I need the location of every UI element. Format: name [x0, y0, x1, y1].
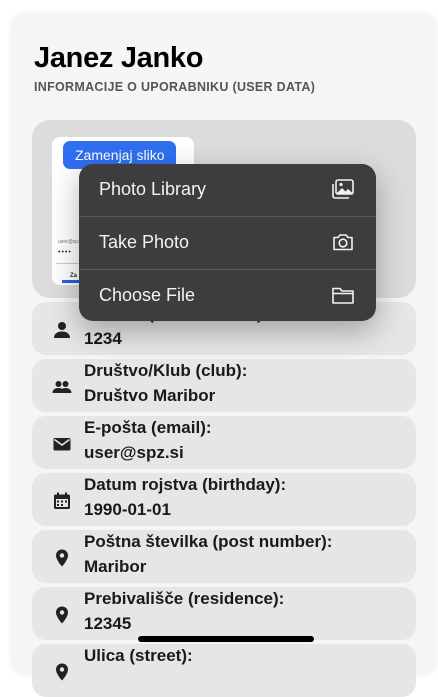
info-row-post-number: Poštna številka (post number): Maribor: [32, 530, 416, 583]
photo-library-icon: [332, 179, 354, 199]
info-label: Ulica (street):: [84, 646, 193, 665]
location-icon: [56, 606, 68, 624]
page-subtitle: INFORMACIJE O UPORABNIKU (USER DATA): [34, 80, 316, 94]
thumbnail-text-password: ••••: [58, 249, 72, 256]
group-icon: [52, 381, 72, 393]
thumbnail-text-button: Za: [70, 273, 78, 279]
person-icon: [54, 322, 70, 338]
info-label: Društvo/Klub (club):: [84, 361, 248, 380]
info-value: 1234: [84, 329, 122, 348]
menu-item-take-photo[interactable]: Take Photo: [79, 217, 376, 270]
menu-item-photo-library[interactable]: Photo Library: [79, 164, 376, 217]
mail-icon: [53, 438, 71, 451]
photo-source-menu: Photo Library Take Photo Choose File: [79, 164, 376, 321]
info-value: Društvo Maribor: [84, 386, 216, 405]
menu-item-choose-file[interactable]: Choose File: [79, 270, 376, 321]
info-label: Prebivališče (residence):: [84, 589, 285, 608]
info-value: 12345: [84, 614, 132, 633]
menu-item-label: Choose File: [99, 285, 196, 305]
info-value: user@spz.si: [84, 443, 184, 462]
info-row-residence: Prebivališče (residence): 12345: [32, 587, 416, 640]
calendar-icon: [54, 492, 70, 509]
folder-icon: [332, 287, 354, 304]
location-icon: [56, 663, 68, 681]
camera-icon: [333, 234, 353, 251]
home-indicator[interactable]: [138, 636, 314, 642]
info-label: E-pošta (email):: [84, 418, 212, 437]
info-row-birthday: Datum rojstva (birthday): 1990-01-01: [32, 473, 416, 526]
info-value: 1990-01-01: [84, 500, 171, 519]
location-icon: [56, 549, 68, 567]
info-row-email: E-pošta (email): user@spz.si: [32, 416, 416, 469]
menu-item-label: Take Photo: [99, 232, 190, 252]
page-title: Janez Janko: [34, 42, 204, 74]
info-label: Poštna številka (post number):: [84, 532, 333, 551]
info-row-club: Društvo/Klub (club): Društvo Maribor: [32, 359, 416, 412]
info-value: Maribor: [84, 557, 147, 576]
info-label: Datum rojstva (birthday):: [84, 475, 287, 494]
menu-item-label: Photo Library: [99, 179, 207, 199]
info-row-street: Ulica (street):: [32, 644, 416, 697]
